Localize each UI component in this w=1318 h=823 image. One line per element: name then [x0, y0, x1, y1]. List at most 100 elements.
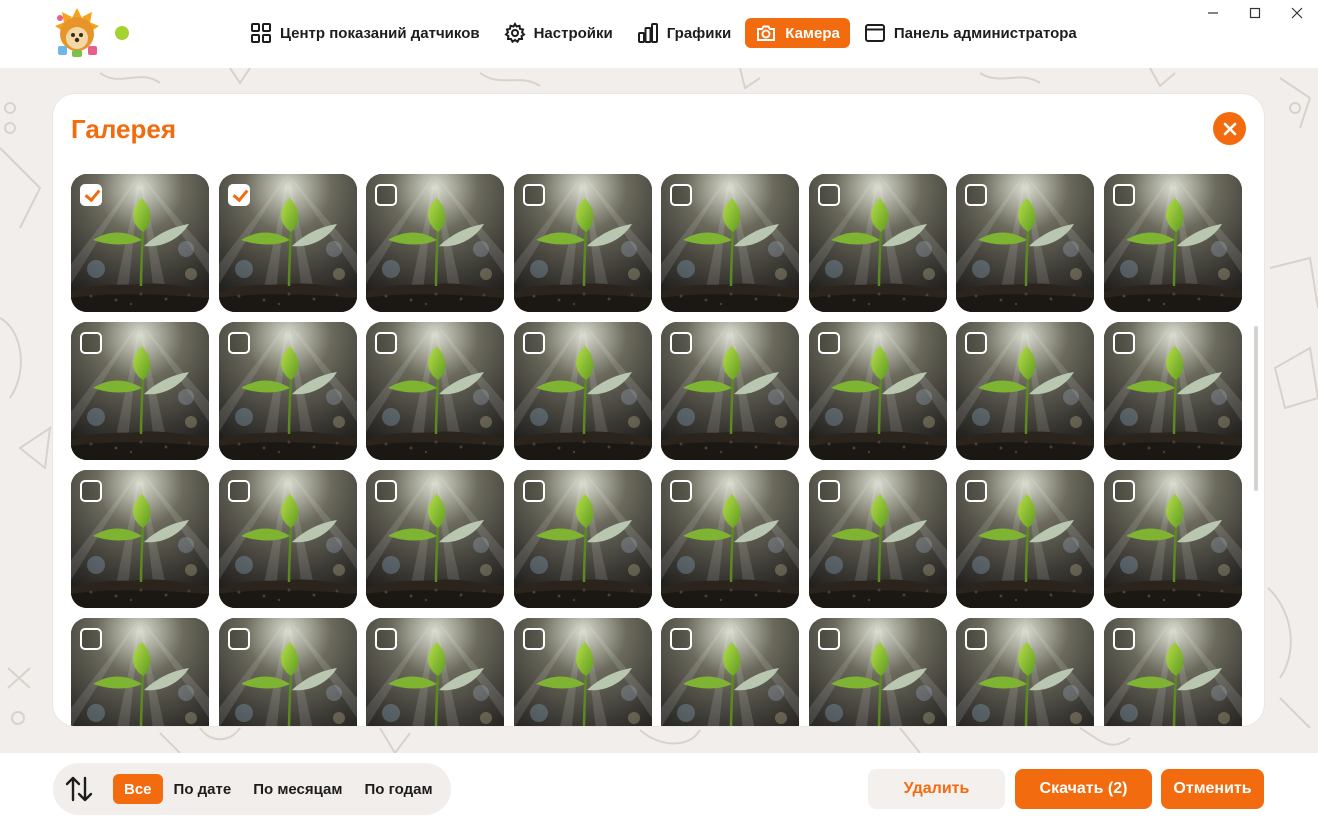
nav-charts[interactable]: Графики — [627, 18, 742, 48]
photo-tile[interactable] — [71, 174, 209, 312]
nav-settings[interactable]: Настройки — [494, 18, 623, 48]
photo-checkbox[interactable] — [965, 332, 987, 354]
photo-tile[interactable] — [218, 618, 357, 726]
photo-tile[interactable] — [956, 470, 1094, 608]
photo-tile[interactable] — [808, 174, 947, 312]
photo-checkbox[interactable] — [227, 332, 250, 354]
photo-checkbox[interactable] — [522, 480, 545, 502]
photo-tile[interactable] — [71, 470, 209, 608]
photo-checkbox[interactable] — [670, 332, 692, 354]
filter-by-year[interactable]: По годам — [354, 774, 444, 804]
photo-tile[interactable] — [1103, 322, 1242, 460]
photo-checkbox[interactable] — [375, 332, 397, 354]
download-button[interactable]: Скачать (2) — [1015, 769, 1152, 809]
filter-by-date[interactable]: По дате — [163, 774, 243, 804]
gallery-scrollbar[interactable] — [1254, 326, 1258, 491]
nav-admin-panel[interactable]: Панель администратора — [854, 18, 1087, 48]
nav-label: Графики — [666, 24, 732, 42]
photo-tile[interactable] — [1103, 174, 1242, 312]
photo-tile[interactable] — [513, 470, 652, 608]
photo-checkbox[interactable] — [522, 628, 545, 650]
photo-tile[interactable] — [218, 322, 357, 460]
photo-checkbox[interactable] — [80, 332, 102, 354]
gallery-title: Галерея — [71, 114, 177, 144]
photo-tile[interactable] — [808, 322, 947, 460]
photo-checkbox[interactable] — [817, 332, 840, 354]
window-controls — [1192, 0, 1318, 26]
photo-tile[interactable] — [366, 618, 504, 726]
minimize-button[interactable] — [1192, 0, 1234, 26]
photo-checkbox[interactable] — [375, 628, 397, 650]
photo-tile[interactable] — [218, 470, 357, 608]
nav-label: Настройки — [533, 24, 613, 42]
photo-tile[interactable] — [661, 618, 799, 726]
photo-tile[interactable] — [366, 470, 504, 608]
photo-tile[interactable] — [513, 618, 652, 726]
maximize-icon — [1249, 7, 1261, 19]
photo-checkbox[interactable] — [965, 628, 987, 650]
photo-tile[interactable] — [956, 322, 1094, 460]
hedgehog-logo — [52, 6, 102, 58]
filter-by-month[interactable]: По месяцам — [242, 774, 353, 804]
photo-tile[interactable] — [661, 322, 799, 460]
photo-checkbox[interactable] — [522, 332, 545, 354]
photo-checkbox[interactable] — [817, 184, 840, 206]
photo-checkbox[interactable] — [1112, 480, 1135, 502]
photo-checkbox[interactable] — [670, 480, 692, 502]
close-icon — [1291, 7, 1303, 19]
photo-checkbox[interactable] — [80, 628, 102, 650]
photo-tile[interactable] — [513, 322, 652, 460]
cancel-button[interactable]: Отменить — [1161, 769, 1264, 809]
photo-checkbox[interactable] — [965, 480, 987, 502]
photo-grid — [71, 174, 1246, 726]
photo-tile[interactable] — [366, 174, 504, 312]
grid-icon — [251, 23, 271, 43]
photo-checkbox[interactable] — [227, 184, 250, 206]
window-close-button[interactable] — [1276, 0, 1318, 26]
delete-button[interactable]: Удалить — [868, 769, 1005, 809]
photo-tile[interactable] — [513, 174, 652, 312]
photo-checkbox[interactable] — [375, 480, 397, 502]
photo-tile[interactable] — [808, 618, 947, 726]
photo-tile[interactable] — [1103, 470, 1242, 608]
photo-checkbox[interactable] — [80, 184, 102, 206]
photo-tile[interactable] — [808, 470, 947, 608]
photo-tile[interactable] — [366, 322, 504, 460]
maximize-button[interactable] — [1234, 0, 1276, 26]
sort-filter-group: Все По дате По месяцам По годам — [53, 763, 451, 815]
photo-tile[interactable] — [956, 618, 1094, 726]
photo-checkbox[interactable] — [80, 480, 102, 502]
sort-toggle-button[interactable] — [63, 773, 95, 805]
photo-tile[interactable] — [661, 470, 799, 608]
photo-checkbox[interactable] — [670, 184, 692, 206]
photo-checkbox[interactable] — [670, 628, 692, 650]
photo-checkbox[interactable] — [817, 628, 840, 650]
photo-tile[interactable] — [1103, 618, 1242, 726]
photo-checkbox[interactable] — [375, 184, 397, 206]
nav-label: Центр показаний датчиков — [280, 24, 480, 42]
nav-camera[interactable]: Камера — [745, 18, 850, 48]
photo-tile[interactable] — [956, 174, 1094, 312]
photo-tile[interactable] — [218, 174, 357, 312]
photo-checkbox[interactable] — [965, 184, 987, 206]
nav-label: Панель администратора — [893, 24, 1077, 42]
photo-tile[interactable] — [71, 618, 209, 726]
window-icon — [864, 24, 885, 42]
photo-tile[interactable] — [661, 174, 799, 312]
filter-all[interactable]: Все — [113, 774, 163, 804]
gear-icon — [504, 22, 526, 44]
photo-checkbox[interactable] — [227, 628, 250, 650]
photo-checkbox[interactable] — [1112, 628, 1135, 650]
photo-checkbox[interactable] — [1112, 184, 1135, 206]
photo-checkbox[interactable] — [1112, 332, 1135, 354]
nav-sensor-center[interactable]: Центр показаний датчиков — [240, 18, 490, 48]
photo-tile[interactable] — [71, 322, 209, 460]
gallery-close-button[interactable] — [1213, 112, 1246, 145]
photo-checkbox[interactable] — [522, 184, 545, 206]
photo-checkbox[interactable] — [227, 480, 250, 502]
sort-arrows-icon — [65, 776, 93, 802]
photo-checkbox[interactable] — [817, 480, 840, 502]
nav-label: Камера — [785, 24, 840, 42]
main-nav: Центр показаний датчиков Настройки Графи… — [240, 18, 1091, 48]
close-icon — [1223, 122, 1236, 135]
